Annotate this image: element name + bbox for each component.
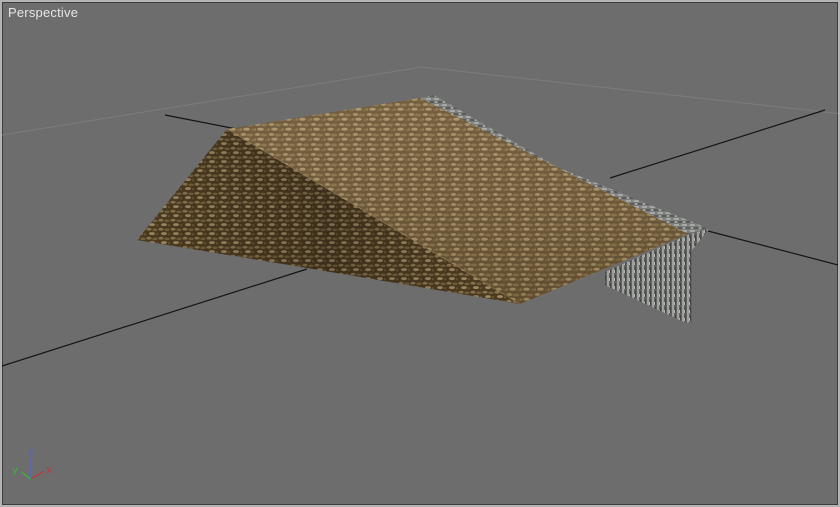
axis-gizmo: z x y xyxy=(12,447,52,480)
viewport-label[interactable]: Perspective xyxy=(8,5,78,20)
gizmo-x-label: x xyxy=(46,465,52,476)
gizmo-z-label: z xyxy=(28,447,33,458)
gizmo-x-axis xyxy=(30,470,45,480)
perspective-viewport[interactable]: z x y Perspective xyxy=(0,0,840,507)
gizmo-y-label: y xyxy=(12,465,18,476)
gizmo-y-axis xyxy=(20,471,32,480)
viewport-scene[interactable]: z x y xyxy=(2,2,840,507)
